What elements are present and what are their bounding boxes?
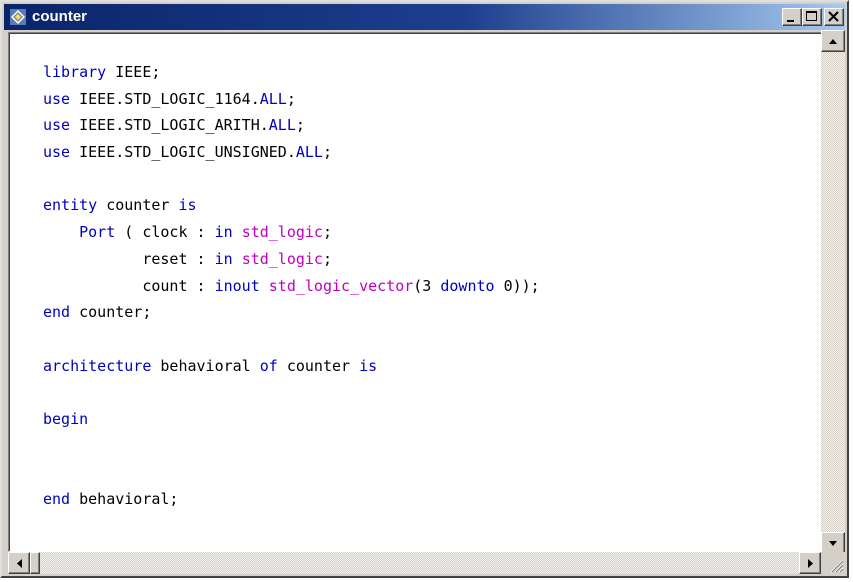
resize-grip[interactable] <box>821 552 845 574</box>
code-text: 0)); <box>494 276 540 295</box>
code-type: std_logic <box>241 223 323 242</box>
code-text: ; <box>295 116 305 135</box>
code-keyword: use <box>43 89 71 108</box>
code-line: library IEEE; <box>43 59 540 86</box>
code-keyword: is <box>359 356 378 375</box>
code-line: use IEEE.STD_LOGIC_ARITH.ALL; <box>43 112 540 139</box>
code-text: reset : <box>43 249 215 268</box>
code-line: architecture behavioral of counter is <box>43 353 540 380</box>
maximize-button[interactable] <box>802 8 822 26</box>
code-keyword: end <box>43 490 71 508</box>
minimize-button[interactable] <box>782 8 802 26</box>
code-keyword: in <box>214 249 233 268</box>
window-title: counter <box>32 8 88 25</box>
code-text: behavioral <box>151 356 260 375</box>
arrow-down-icon <box>829 541 837 546</box>
code-line: reset : in std_logic; <box>43 246 540 273</box>
editor-window: counter library IEEE; use IEEE.STD_LOGIC_… <box>0 0 849 578</box>
close-icon <box>828 11 839 22</box>
code-keyword: inout <box>214 276 260 295</box>
code-keyword: downto <box>440 276 495 295</box>
horizontal-scroll-thumb[interactable] <box>30 552 40 574</box>
scroll-up-button[interactable] <box>821 30 845 52</box>
code-text: IEEE.STD_LOGIC_ARITH. <box>70 116 269 135</box>
code-text: counter; <box>70 303 152 322</box>
code-line: use IEEE.STD_LOGIC_1164.ALL; <box>43 86 540 113</box>
minimize-icon <box>787 20 794 22</box>
code-type: std_logic_vector <box>268 276 414 295</box>
title-bar[interactable]: counter <box>4 4 845 30</box>
code-keyword: end <box>43 303 71 322</box>
code-text: IEEE.STD_LOGIC_1164. <box>70 89 260 108</box>
code-line: count : inout std_logic_vector(3 downto … <box>43 273 540 300</box>
code-keyword: Port <box>79 223 116 242</box>
code-text: IEEE.STD_LOGIC_UNSIGNED. <box>70 143 296 162</box>
maximize-icon <box>806 11 817 21</box>
code-keyword: in <box>214 223 233 242</box>
code-editor[interactable]: library IEEE; use IEEE.STD_LOGIC_1164.ALL… <box>8 32 823 552</box>
scroll-down-button[interactable] <box>821 532 845 554</box>
code-text: (3 <box>413 276 441 295</box>
code-keyword: is <box>178 196 197 215</box>
code-keyword: of <box>259 356 278 375</box>
code-keyword: architecture <box>43 356 152 375</box>
vhdl-editor-icon <box>10 9 26 25</box>
arrow-right-icon <box>808 559 813 568</box>
code-keyword: begin <box>43 409 89 428</box>
code-text: IEEE; <box>106 63 161 81</box>
code-text: ; <box>286 89 296 108</box>
code-line: entity counter is <box>43 192 540 219</box>
code-line: begin <box>43 406 540 433</box>
code-keyword: ALL <box>259 89 287 108</box>
resize-grip-icon <box>830 559 844 573</box>
code-text: ; <box>322 249 332 268</box>
code-line: end counter; <box>43 299 540 326</box>
code-keyword: ALL <box>268 116 296 135</box>
scroll-left-button[interactable] <box>8 552 30 574</box>
code-line: use IEEE.STD_LOGIC_UNSIGNED.ALL; <box>43 139 540 166</box>
code-text: count : <box>43 276 215 295</box>
arrow-left-icon <box>17 559 22 568</box>
code-line: Port ( clock : in std_logic; <box>43 219 540 246</box>
code-text: ; <box>322 143 332 162</box>
code-keyword: use <box>43 143 71 162</box>
code-line: end behavioral; <box>43 486 540 513</box>
code-keyword: library <box>43 63 107 81</box>
arrow-up-icon <box>829 39 837 44</box>
code-type: std_logic <box>241 249 323 268</box>
code-text: ( clock : <box>115 223 215 242</box>
code-text: ; <box>322 223 332 242</box>
code-keyword: ALL <box>295 143 323 162</box>
vertical-scrollbar[interactable] <box>821 30 845 554</box>
horizontal-scrollbar[interactable] <box>8 552 821 574</box>
code-keyword: entity <box>43 196 98 215</box>
code-text-area[interactable]: library IEEE; use IEEE.STD_LOGIC_1164.ALL… <box>43 59 540 513</box>
close-button[interactable] <box>824 8 844 26</box>
code-text: counter <box>277 356 360 375</box>
code-keyword: use <box>43 116 71 135</box>
code-text: behavioral; <box>70 490 179 508</box>
code-text: counter <box>97 196 179 215</box>
scroll-right-button[interactable] <box>799 552 821 574</box>
